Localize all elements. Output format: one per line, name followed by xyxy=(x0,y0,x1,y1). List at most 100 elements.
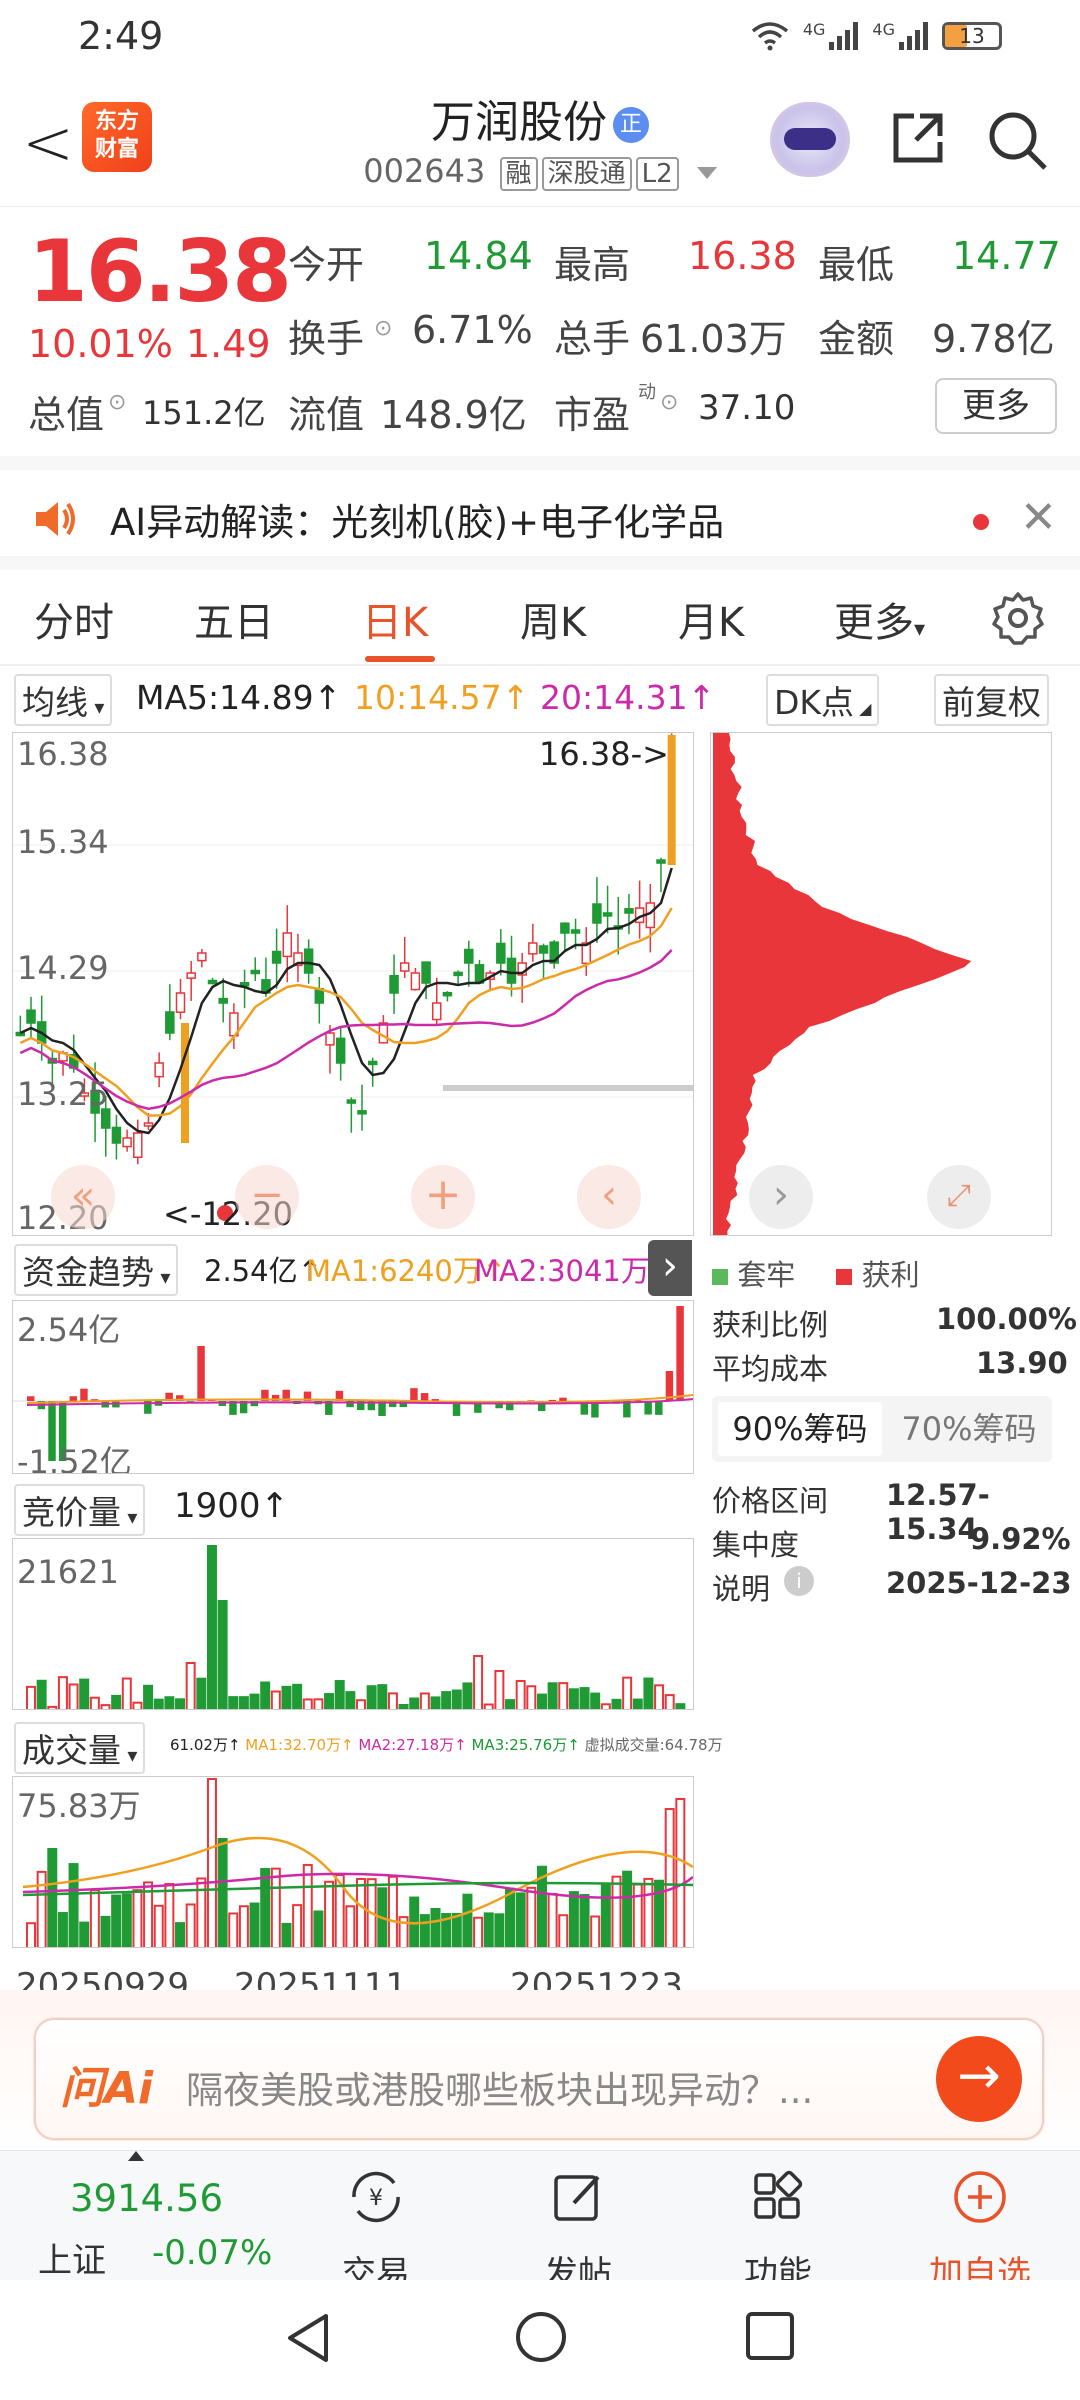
ai-insight-row[interactable]: AI异动解读：光刻机(胶)+电子化学品 ✕ xyxy=(0,470,1080,570)
index-value[interactable]: 3914.56 xyxy=(70,2177,223,2220)
close-icon[interactable]: ✕ xyxy=(1020,492,1057,543)
kline-candle xyxy=(442,991,453,997)
tab-daily-k[interactable]: 日K xyxy=(362,590,428,648)
auction-select[interactable]: 竞价量 ▾ xyxy=(14,1484,146,1536)
kline-candle xyxy=(282,932,293,958)
fund-trend-select[interactable]: 资金趋势 ▾ xyxy=(14,1244,179,1296)
tab-chip-90[interactable]: 90%筹码 xyxy=(718,1402,882,1456)
add-circle-icon xyxy=(954,2171,1006,2223)
volume-select[interactable]: 成交量 ▾ xyxy=(14,1722,146,1774)
volume-bar xyxy=(387,1875,398,1947)
svg-text:¥: ¥ xyxy=(369,2186,383,2211)
stat-high-label: 最高 xyxy=(554,243,631,287)
volume-bar xyxy=(600,1883,611,1947)
legend-swatch-profit xyxy=(836,1269,853,1285)
fund-select-label: 资金趋势 xyxy=(22,1253,154,1292)
kline-candle xyxy=(506,957,517,984)
ask-ai-bar[interactable]: 问Ai 隔夜美股或港股哪些板块出现异动？... → xyxy=(34,2018,1044,2140)
tab-weekly-k[interactable]: 周K xyxy=(520,590,586,648)
kline-chart[interactable]: 16.38 15.34 14.29 13.25 12.20 16.38-> <-… xyxy=(12,732,694,1236)
stat-volume-label: 总手 xyxy=(554,317,631,361)
tab-monthly-k[interactable]: 月K xyxy=(678,590,744,648)
auction-bar xyxy=(643,1677,654,1709)
ma-select[interactable]: 均线 ▾ xyxy=(14,674,113,726)
auction-bar xyxy=(68,1683,79,1709)
volume-chart[interactable]: 75.83万 xyxy=(12,1776,694,1948)
chip-svg xyxy=(713,733,972,1235)
share-icon[interactable] xyxy=(888,108,948,168)
volume-bar xyxy=(153,1904,164,1947)
nav-back-icon[interactable] xyxy=(282,2310,334,2366)
gear-icon[interactable] xyxy=(990,590,1046,646)
tag-connect: 深股通 xyxy=(541,157,632,191)
chevron-right-icon[interactable]: › xyxy=(749,1165,813,1229)
nav-recents-icon[interactable] xyxy=(744,2310,796,2362)
volume-bar xyxy=(36,1870,47,1947)
tab-intraday[interactable]: 分时 xyxy=(34,590,114,648)
more-stats-button[interactable]: 更多 xyxy=(935,378,1057,434)
volume-bar xyxy=(568,1891,579,1947)
stat-mktcap-value: 151.2亿 xyxy=(142,394,266,432)
auction-chart[interactable]: 21621 xyxy=(12,1538,694,1710)
grid-icon xyxy=(754,2170,803,2219)
tab-chip-70[interactable]: 70%筹码 xyxy=(892,1402,1046,1456)
stat-high-value: 16.38 xyxy=(688,234,797,278)
arrow-right-icon[interactable]: → xyxy=(936,2036,1022,2122)
fund-bar xyxy=(644,1401,652,1415)
expand-icon[interactable]: ⤢ xyxy=(927,1165,991,1229)
expand-panel-icon[interactable]: › xyxy=(648,1240,692,1296)
volume-virtual: 虚拟成交量:64.78万 xyxy=(584,1736,723,1754)
tab-more[interactable]: 更多▾ xyxy=(834,590,925,648)
ma-line xyxy=(19,907,673,1117)
kline-candle xyxy=(303,948,314,974)
status-time: 2:49 xyxy=(78,14,164,58)
nav-trade[interactable]: ¥ 交易 xyxy=(316,2167,436,2295)
volume-bar xyxy=(494,1913,505,1947)
search-icon[interactable] xyxy=(985,108,1049,172)
volume-bar xyxy=(238,1905,249,1947)
legend-trap: 套牢 xyxy=(737,1258,796,1292)
kline-candle xyxy=(432,1002,442,1021)
chip-distribution-chart[interactable]: › ⤢ xyxy=(710,732,1052,1236)
corner-arrow-icon: ◢ xyxy=(854,699,872,718)
auction-bar xyxy=(675,1703,686,1709)
auction-bar xyxy=(100,1704,111,1709)
nav-functions[interactable]: 功能 xyxy=(718,2167,838,2295)
fund-trend-chart[interactable]: 2.54亿 -1.52亿 xyxy=(12,1300,694,1474)
nav-home-icon[interactable] xyxy=(514,2310,568,2364)
auction-bar xyxy=(600,1703,611,1709)
auction-bar xyxy=(441,1691,452,1709)
volume-bar xyxy=(68,1863,79,1947)
index-change: -0.07% xyxy=(152,2233,273,2273)
info-icon[interactable]: i xyxy=(784,1566,814,1596)
mktcap-info-icon[interactable]: ⊙ xyxy=(108,390,126,415)
nav-add-watchlist[interactable]: 加自选 xyxy=(920,2167,1040,2295)
volume-bar xyxy=(228,1912,239,1947)
volume-bar xyxy=(643,1877,654,1947)
volume-bar xyxy=(249,1902,260,1947)
dk-point-select[interactable]: DK点 ◢ xyxy=(766,674,880,726)
zoom-out-icon[interactable]: − xyxy=(235,1165,299,1229)
auction-bar xyxy=(483,1703,494,1709)
ma-line xyxy=(19,949,673,1111)
kline-candle xyxy=(570,929,581,934)
pe-info-icon[interactable]: ⊙ xyxy=(660,390,678,415)
adjust-select[interactable]: 前复权 xyxy=(934,674,1049,726)
tag-margin: 融 xyxy=(499,157,538,191)
volume-bar xyxy=(217,1838,228,1947)
nav-post[interactable]: 发帖 xyxy=(518,2167,638,2295)
volume-bar xyxy=(664,1808,675,1947)
volume-bar xyxy=(206,1778,217,1947)
tab-5day[interactable]: 五日 xyxy=(194,590,274,648)
scroll-left-icon[interactable]: « xyxy=(51,1165,115,1229)
chip-concentration-value: 9.92% xyxy=(970,1522,1071,1556)
kline-candle xyxy=(602,912,613,917)
zoom-in-icon[interactable]: + xyxy=(411,1165,475,1229)
volume-bar xyxy=(345,1905,356,1947)
fund-bar xyxy=(655,1401,663,1415)
ai-assistant-icon[interactable] xyxy=(770,102,850,177)
step-left-icon[interactable]: ‹ xyxy=(577,1165,641,1229)
auction-bar xyxy=(654,1684,665,1709)
turnover-info-icon[interactable]: ⊙ xyxy=(374,316,392,341)
y-axis-4: 13.25 xyxy=(17,1075,109,1113)
